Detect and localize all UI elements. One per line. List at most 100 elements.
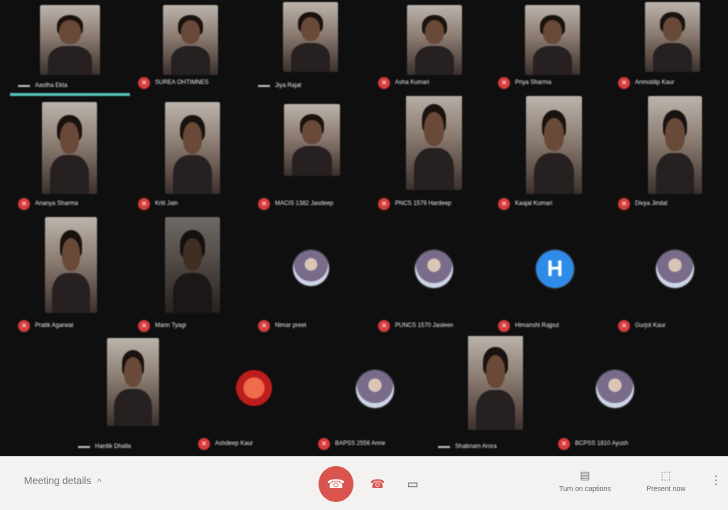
participant-video [165,102,220,194]
mic-off-icon: ✕ [258,198,270,210]
mic-off-icon: ✕ [138,77,150,89]
mic-off-icon: ✕ [498,77,510,89]
participant-tile[interactable]: ✕ SUREA OHTIMNES [130,0,250,93]
camera-icon[interactable]: ▭ [407,477,418,491]
participant-label: ✕ Divya Jindal [618,198,667,210]
participant-video [648,96,702,194]
participant-label: Hardik Dhalla [78,444,131,450]
participant-name: Hardik Dhalla [95,444,132,450]
participant-label: ✕ BAPSS 2556 Anne [318,438,385,450]
participant-label: ✕ Anmoldip Kaur [618,77,674,89]
participant-name: Himanshi Rajput [515,323,560,329]
participant-tile[interactable]: ✕ Pratik Agarwal [10,214,130,336]
mic-off-icon: ✕ [618,320,630,332]
participant-name: MACIS 1382 Jasdeep [275,201,334,207]
participant-video [468,336,523,430]
participant-label: ✕ Gurjot Kaur [618,320,666,332]
participant-name: PUNCS 1570 Jasleen [395,323,454,329]
participant-tile[interactable]: ✕ Asha Kumari [370,0,490,93]
participant-label: ✕ Priya Sharma [498,77,551,89]
participant-tile[interactable]: ✕ Nimar preet [250,214,370,336]
participant-avatar [293,250,329,286]
participant-tile[interactable]: ✕ Mann Tyagi [130,214,250,336]
participant-name: Shabnam Arora [455,444,497,450]
participant-tile[interactable]: Shabnam Arora [430,336,550,454]
participant-name: Nimar preet [275,323,307,329]
participant-name: PNCS 1579 Hardeep [395,201,452,207]
participant-tile[interactable]: Hardik Dhalla [70,336,190,454]
participant-tile[interactable]: ✕ Divya Jindal [610,96,728,214]
participant-label: Jiya Rajat [258,83,301,89]
mic-off-icon: ✕ [138,320,150,332]
participant-video [42,102,97,194]
participant-label: Aastha Ekta [18,83,67,89]
participant-name: Kriti Jain [155,201,179,207]
participant-video [406,96,462,190]
mic-off-icon: ✕ [558,438,570,450]
participant-name: Divya Jindal [635,201,668,207]
meeting-details-label: Meeting details [24,476,92,487]
dash-icon [18,85,30,87]
mic-off-icon: ✕ [378,77,390,89]
participant-name: Aastha Ekta [35,83,68,89]
participant-tile[interactable]: ✕ Kaajal Kumari [490,96,610,214]
participant-label: ✕ BCPSS 1810 Ayush [558,438,628,450]
participant-tile[interactable]: ✕ PNCS 1579 Hardeep [370,96,490,214]
dash-icon [258,85,270,87]
mic-off-icon: ✕ [138,198,150,210]
participant-label: ✕ Asha Kumari [378,77,429,89]
present-icon: ⬚ [660,470,672,482]
dash-icon [438,446,450,448]
participant-label: ✕ Himanshi Rajput [498,320,559,332]
captions-button[interactable]: ▤ Turn on captions [545,469,625,493]
present-now-button[interactable]: ⬚ Present now [626,469,706,493]
more-options-icon[interactable]: ⋮ [710,473,722,487]
participant-label: ✕ Pratik Agarwal [18,320,73,332]
phone-end-icon: ☎ [326,477,346,491]
participant-tile[interactable]: H ✕ Himanshi Rajput [490,214,610,336]
participant-tile[interactable]: Jiya Rajat [250,0,370,93]
participant-avatar [656,250,694,288]
captions-icon: ▤ [579,470,591,482]
dash-icon [78,446,90,448]
participant-tile[interactable]: Aastha Ekta [10,0,130,93]
participant-tile[interactable]: ✕ BAPSS 2556 Anne [310,336,430,454]
participant-label: ✕ Mann Tyagi [138,320,186,332]
participant-tile[interactable]: ✕ PUNCS 1570 Jasleen [370,214,490,336]
participant-label: ✕ Nimar preet [258,320,306,332]
mic-off-icon: ✕ [378,320,390,332]
participant-video [525,5,580,75]
participant-label: ✕ SUREA OHTIMNES [138,77,209,89]
participant-tile[interactable]: ✕ Gurjot Kaur [610,214,728,336]
participant-tile[interactable]: ✕ Priya Sharma [490,0,610,93]
participant-avatar [234,370,274,410]
participant-video [40,5,100,75]
participant-tile[interactable]: ✕ Anmoldip Kaur [610,0,728,93]
participant-name: Kaajal Kumari [515,201,553,207]
participant-tile[interactable]: ✕ BCPSS 1810 Ayush [550,336,670,454]
participant-name: Ashdeep Kaur [215,441,254,447]
participant-video [645,2,700,72]
captions-label: Turn on captions [559,486,611,493]
hangup-icon[interactable]: ☎ [370,477,385,491]
present-now-label: Present now [646,486,686,493]
chevron-up-icon: ^ [97,476,102,487]
mic-off-icon: ✕ [378,198,390,210]
participant-tile[interactable]: ✕ Ananya Sharma [10,96,130,214]
mic-off-icon: ✕ [618,77,630,89]
participant-tile[interactable]: ✕ Kriti Jain [130,96,250,214]
mic-off-icon: ✕ [498,198,510,210]
participant-label: ✕ MACIS 1382 Jasdeep [258,198,333,210]
participant-label: ✕ Kriti Jain [138,198,178,210]
meeting-details-button[interactable]: Meeting details ^ [24,476,102,487]
participant-name: Gurjot Kaur [635,323,666,329]
participant-name: BCPSS 1810 Ayush [575,441,629,447]
participant-avatar [415,250,453,288]
participant-video [283,2,338,72]
participant-video [284,104,340,176]
mic-off-icon: ✕ [498,320,510,332]
participant-avatar: H [536,250,574,288]
participant-tile[interactable]: ✕ MACIS 1382 Jasdeep [250,96,370,214]
end-call-button[interactable]: ☎ [318,466,354,502]
participant-tile[interactable]: ✕ Ashdeep Kaur [190,336,310,454]
